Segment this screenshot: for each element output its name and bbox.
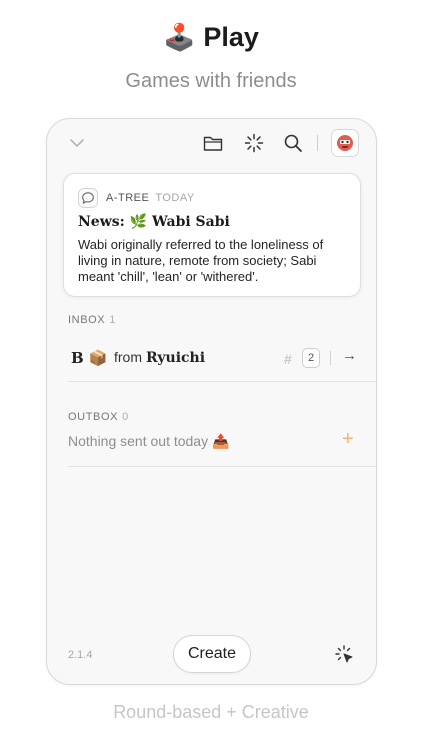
toolbar-divider [317,135,318,151]
profile-avatar-icon [337,135,353,151]
inbox-label: INBOX [68,314,106,326]
hero-subtitle: Games with friends [125,70,297,92]
sender: from Ryuichi [114,349,205,366]
news-source: A-TREE [106,192,150,204]
outbox-section-label: OUTBOX 0 [68,411,129,423]
outbox-label: OUTBOX [68,411,119,423]
inbox-item[interactable]: B 📦 from Ryuichi # 2 → [68,343,376,379]
row-divider [330,351,331,365]
toolbar [47,119,376,165]
joystick-icon: 🕹️ [163,22,196,53]
create-button[interactable]: Create [173,635,251,673]
arrow-right-icon[interactable]: → [342,347,357,364]
outbox-empty-text: Nothing sent out today 📤 [68,433,230,449]
inbox-divider [68,381,376,382]
sender-name: Ryuichi [146,350,206,366]
turn-count-badge: 2 [302,348,320,368]
hero-title-text: Play [203,22,259,52]
news-card[interactable]: A-TREE TODAY News: 🌿 Wabi Sabi Wabi orig… [63,173,361,297]
footer-caption: Round-based + Creative [113,702,309,722]
sparkle-cursor-icon[interactable] [335,645,355,665]
outbox-divider [68,466,376,467]
chevron-down-icon[interactable] [65,131,89,155]
news-title: News: 🌿 Wabi Sabi [78,214,230,230]
news-meta: A-TREE TODAY [78,188,195,208]
avatar[interactable] [331,129,359,157]
speech-bubble-icon [78,188,98,208]
news-timestamp: TODAY [155,192,195,204]
folder-icon[interactable] [201,131,225,155]
search-icon[interactable] [281,131,305,155]
hash-icon: # [284,351,292,367]
outbox-count: 0 [122,411,129,423]
loading-spinner-icon[interactable] [242,131,266,155]
game-name: B 📦 [71,349,108,367]
plus-icon[interactable]: + [342,428,354,451]
app-version: 2.1.4 [68,649,93,661]
inbox-section-label: INBOX 1 [68,314,116,326]
app-window: A-TREE TODAY News: 🌿 Wabi Sabi Wabi orig… [46,118,377,685]
inbox-count: 1 [109,314,116,326]
hero-title: 🕹️ Play [0,22,422,53]
news-body: Wabi originally referred to the loneline… [78,237,324,284]
from-label: from [114,349,142,365]
